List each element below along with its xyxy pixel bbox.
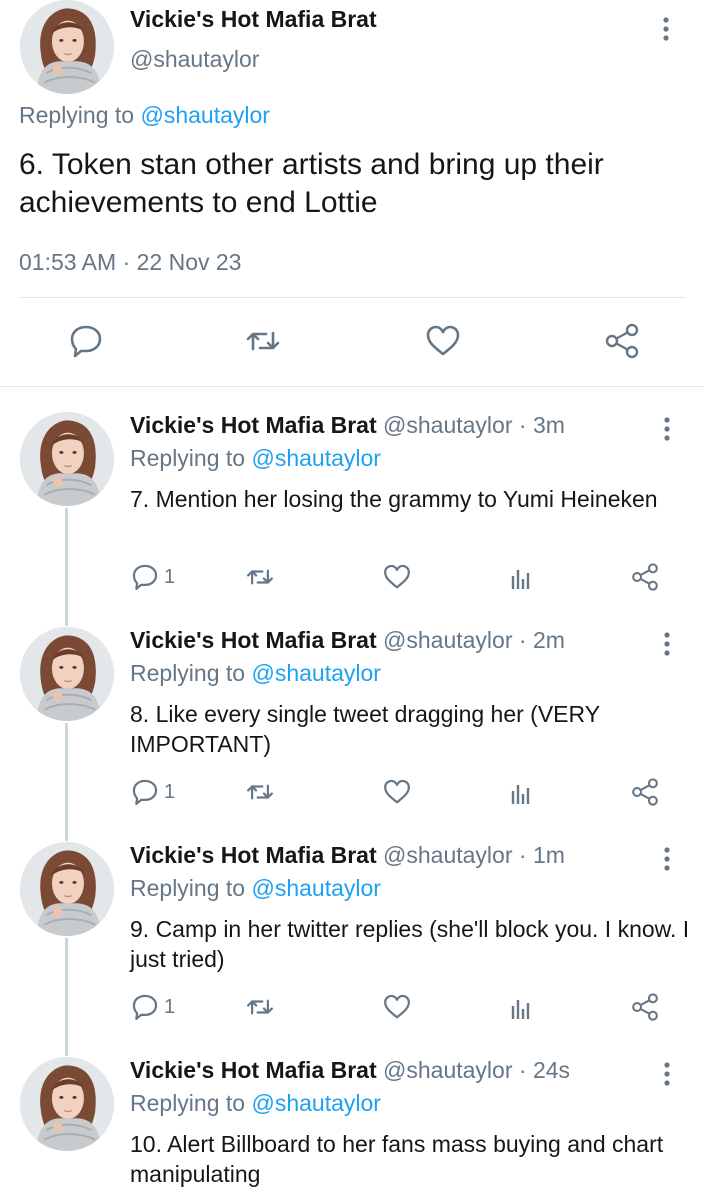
replying-handle-link[interactable]: @shautaylor bbox=[251, 875, 380, 901]
reply-button[interactable]: 1 bbox=[130, 775, 175, 809]
share-icon[interactable] bbox=[603, 322, 641, 360]
reply-button[interactable]: 1 bbox=[130, 560, 175, 594]
avatar[interactable] bbox=[20, 412, 114, 506]
replying-handle-link[interactable]: @shautaylor bbox=[251, 445, 380, 471]
reply-count: 1 bbox=[164, 565, 176, 588]
tweet-text: 10. Alert Billboard to her fans mass buy… bbox=[130, 1131, 664, 1187]
tweet-text: 8. Like every single tweet dragging her … bbox=[130, 701, 600, 757]
display-name[interactable]: Vickie's Hot Mafia Brat bbox=[130, 6, 377, 33]
analytics-icon[interactable] bbox=[506, 775, 536, 809]
reply-tweet[interactable]: Vickie's Hot Mafia Brat @shautaylor · 24… bbox=[0, 1057, 703, 1200]
divider bbox=[19, 297, 686, 298]
tweet-actions: 1 bbox=[130, 560, 670, 594]
replying-prefix: Replying to bbox=[130, 445, 246, 471]
handle[interactable]: @shautaylor bbox=[130, 46, 259, 73]
retweet-icon[interactable] bbox=[245, 990, 275, 1024]
retweet-icon[interactable] bbox=[244, 322, 282, 360]
reply-button[interactable]: 1 bbox=[130, 990, 175, 1024]
tweet-actions: 1 bbox=[130, 775, 670, 809]
handle[interactable]: @shautaylor bbox=[383, 412, 512, 438]
relative-time: · 24s bbox=[518, 1057, 571, 1083]
analytics-icon[interactable] bbox=[506, 990, 536, 1024]
handle[interactable]: @shautaylor bbox=[383, 1057, 512, 1083]
share-icon[interactable] bbox=[630, 990, 660, 1024]
tweet-text: 7. Mention her losing the grammy to Yumi… bbox=[130, 486, 658, 512]
share-icon[interactable] bbox=[630, 775, 660, 809]
display-name[interactable]: Vickie's Hot Mafia Brat bbox=[130, 1057, 377, 1083]
tweet-text: 9. Camp in her twitter replies (she'll b… bbox=[130, 916, 690, 972]
replying-prefix: Replying to bbox=[130, 660, 246, 686]
reply-count: 1 bbox=[164, 995, 176, 1018]
more-options-icon[interactable] bbox=[657, 1059, 677, 1089]
replying-prefix: Replying to bbox=[130, 875, 246, 901]
more-options-icon[interactable] bbox=[657, 844, 677, 874]
share-icon[interactable] bbox=[630, 560, 660, 594]
replying-handle-link[interactable]: @shautaylor bbox=[251, 660, 380, 686]
main-tweet: Vickie's Hot Mafia Brat @shautaylor Repl… bbox=[0, 0, 703, 388]
more-options-icon[interactable] bbox=[657, 629, 677, 659]
relative-time: · 3m bbox=[518, 412, 565, 438]
reply-count: 1 bbox=[164, 780, 176, 803]
avatar[interactable] bbox=[20, 0, 114, 94]
retweet-icon[interactable] bbox=[245, 560, 275, 594]
avatar[interactable] bbox=[20, 627, 114, 721]
handle[interactable]: @shautaylor bbox=[383, 842, 512, 868]
replying-prefix: Replying to bbox=[19, 102, 135, 128]
timestamp[interactable]: 01:53 AM · 22 Nov 23 bbox=[19, 249, 241, 276]
like-icon[interactable] bbox=[382, 775, 412, 809]
replying-handle-link[interactable]: @shautaylor bbox=[140, 102, 269, 128]
reply-tweet[interactable]: Vickie's Hot Mafia Brat @shautaylor · 2m… bbox=[0, 627, 703, 827]
reply-icon bbox=[132, 779, 158, 805]
more-options-icon[interactable] bbox=[657, 414, 677, 444]
like-icon[interactable] bbox=[382, 560, 412, 594]
replying-to: Replying to @shautaylor bbox=[19, 102, 270, 129]
divider bbox=[0, 386, 703, 387]
relative-time: · 2m bbox=[518, 627, 565, 653]
like-icon[interactable] bbox=[424, 322, 462, 360]
avatar[interactable] bbox=[20, 1057, 114, 1151]
avatar[interactable] bbox=[20, 842, 114, 936]
handle[interactable]: @shautaylor bbox=[383, 627, 512, 653]
display-name[interactable]: Vickie's Hot Mafia Brat bbox=[130, 842, 377, 868]
tweet-actions: 1 bbox=[130, 990, 670, 1024]
more-options-icon[interactable] bbox=[656, 14, 676, 44]
replying-handle-link[interactable]: @shautaylor bbox=[251, 1090, 380, 1116]
reply-icon[interactable] bbox=[67, 322, 105, 360]
analytics-icon[interactable] bbox=[506, 560, 536, 594]
reply-tweet[interactable]: Vickie's Hot Mafia Brat @shautaylor · 3m… bbox=[0, 412, 703, 612]
reply-icon bbox=[132, 994, 158, 1020]
replying-prefix: Replying to bbox=[130, 1090, 246, 1116]
relative-time: · 1m bbox=[518, 842, 565, 868]
display-name[interactable]: Vickie's Hot Mafia Brat bbox=[130, 627, 377, 653]
display-name[interactable]: Vickie's Hot Mafia Brat bbox=[130, 412, 377, 438]
like-icon[interactable] bbox=[382, 990, 412, 1024]
retweet-icon[interactable] bbox=[245, 775, 275, 809]
reply-tweet[interactable]: Vickie's Hot Mafia Brat @shautaylor · 1m… bbox=[0, 842, 703, 1042]
reply-icon bbox=[132, 564, 158, 590]
tweet-text: 6. Token stan other artists and bring up… bbox=[19, 148, 604, 219]
